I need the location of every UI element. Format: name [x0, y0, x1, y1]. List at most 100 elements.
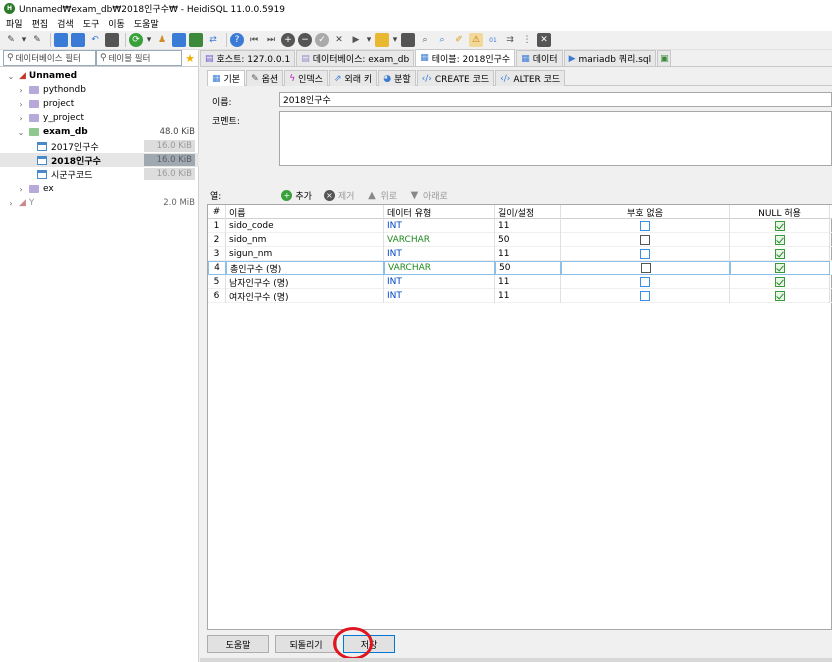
tree-db-pythondb[interactable]: › pythondb [0, 83, 199, 97]
chevron-right-icon[interactable]: › [7, 199, 15, 208]
unsigned-checkbox[interactable] [640, 235, 650, 245]
tree-table-sigungu[interactable]: 시군구코드 16.0 KiB [0, 167, 199, 181]
close-tab-icon[interactable]: ✕ [537, 33, 551, 47]
dropdown-arrow-icon[interactable]: ▾ [366, 33, 372, 47]
dropdown-arrow-icon[interactable]: ▾ [146, 33, 152, 47]
header-allow-null[interactable]: NULL 허용 [730, 205, 830, 219]
table-row[interactable]: 2 sido_nm VARCHAR 50 [208, 233, 832, 247]
sync-icon[interactable]: ⇄ [206, 33, 220, 47]
chevron-right-icon[interactable]: › [17, 100, 25, 109]
tree-db-project[interactable]: › project [0, 97, 199, 111]
tree-server-y[interactable]: › ◢ Y 2.0 MiB [0, 196, 199, 210]
table-name-input[interactable]: 2018인구수 [279, 92, 832, 107]
unsigned-cell[interactable] [561, 275, 730, 289]
datatype-cell[interactable]: VARCHAR [384, 261, 495, 275]
allow-null-checkbox[interactable] [774, 291, 785, 301]
allow-null-cell[interactable] [730, 247, 830, 261]
length-cell[interactable]: 11 [495, 247, 561, 261]
copy-icon[interactable] [54, 33, 68, 47]
table-row[interactable]: 5 남자인구수 (명) INT 11 [208, 275, 832, 289]
options-icon[interactable]: ⋮ [520, 33, 534, 47]
subtab-indexes[interactable]: ϟ 인덱스 [284, 70, 328, 86]
unsigned-checkbox[interactable] [640, 277, 650, 287]
table-comment-textarea[interactable] [279, 111, 832, 166]
menu-edit[interactable]: 편집 [32, 17, 49, 30]
tree-table-2018[interactable]: 2018인구수 16.0 KiB [0, 153, 199, 167]
chevron-right-icon[interactable]: › [17, 86, 25, 95]
column-name-cell[interactable]: 여자인구수 (명) [226, 289, 384, 303]
chevron-down-icon[interactable]: ⌄ [17, 128, 25, 137]
datatype-cell[interactable]: INT [384, 275, 495, 289]
favorite-star-icon[interactable]: ★ [182, 50, 198, 66]
chevron-right-icon[interactable]: › [17, 185, 25, 194]
datatype-cell[interactable]: INT [384, 289, 495, 303]
tab-query[interactable]: ▶ mariadb 쿼리.sql [563, 50, 657, 66]
revert-button[interactable]: 되돌리기 [275, 635, 337, 653]
allow-null-cell[interactable] [730, 219, 830, 233]
allow-null-checkbox[interactable] [774, 235, 785, 245]
move-down-button[interactable]: ▼ 아래로 [409, 189, 448, 202]
header-name[interactable]: 이름 [226, 205, 384, 219]
header-number[interactable]: # [208, 205, 226, 219]
maintenance-icon[interactable] [172, 33, 186, 47]
find-icon[interactable]: ⌕ [418, 33, 432, 47]
last-icon[interactable]: ⏭ [264, 33, 278, 47]
length-cell[interactable]: 11 [495, 219, 561, 233]
add-column-button[interactable]: + 추가 [281, 189, 312, 202]
length-cell[interactable]: 50 [495, 233, 561, 247]
refresh-icon[interactable]: ⟳ [129, 33, 143, 47]
menu-help[interactable]: 도움말 [134, 17, 159, 30]
warning-icon[interactable]: ⚠ [469, 33, 483, 47]
undo-icon[interactable]: ↶ [88, 33, 102, 47]
column-name-cell[interactable]: sido_code [226, 219, 384, 233]
column-name-cell[interactable]: sido_nm [226, 233, 384, 247]
unsigned-cell[interactable] [561, 247, 730, 261]
remove-column-button[interactable]: × 제거 [323, 189, 354, 202]
datatype-cell[interactable]: INT [384, 219, 495, 233]
menu-file[interactable]: 파일 [6, 17, 23, 30]
allow-null-checkbox[interactable] [774, 277, 785, 287]
subtab-foreign-keys[interactable]: ⇗ 외래 키 [328, 70, 378, 86]
menu-go[interactable]: 이동 [108, 17, 125, 30]
subtab-basic[interactable]: ▦ 기본 [207, 70, 246, 86]
database-filter-input[interactable]: ⚲ 데이터베이스 필터 [3, 50, 96, 66]
tab-database[interactable]: ▤ 데이터베이스: exam_db [296, 50, 415, 66]
help-icon[interactable]: ? [230, 33, 244, 47]
tree-table-2017[interactable]: 2017인구수 16.0 KiB [0, 139, 199, 153]
tree-db-exam-db[interactable]: ⌄ exam_db 48.0 KiB [0, 125, 199, 139]
tab-host[interactable]: ▤ 호스트: 127.0.0.1 [200, 50, 296, 66]
user-manager-icon[interactable]: ♟ [155, 33, 169, 47]
subtab-alter-code[interactable]: ‹/› ALTER 코드 [495, 70, 566, 86]
new-query-tab-button[interactable]: ▣ [657, 50, 672, 66]
unsigned-checkbox[interactable] [640, 263, 651, 273]
unsigned-cell[interactable] [561, 233, 730, 247]
replace-icon[interactable]: ⌕ [435, 33, 449, 47]
header-unsigned[interactable]: 부호 없음 [561, 205, 730, 219]
length-cell[interactable]: 11 [495, 275, 561, 289]
menu-tools[interactable]: 도구 [83, 17, 100, 30]
length-cell[interactable]: 11 [495, 289, 561, 303]
connect-icon[interactable]: ✎ [4, 33, 18, 47]
chevron-down-icon[interactable]: ⌄ [7, 72, 15, 81]
column-name-cell[interactable]: sigun_nm [226, 247, 384, 261]
unsigned-checkbox[interactable] [640, 221, 650, 231]
tab-table[interactable]: ▦ 테이블: 2018인구수 [415, 49, 516, 66]
run-icon[interactable]: ▶ [349, 33, 363, 47]
tree-db-y-project[interactable]: › y_project [0, 111, 199, 125]
chevron-right-icon[interactable]: › [17, 114, 25, 123]
table-row[interactable]: 3 sigun_nm INT 11 [208, 247, 832, 261]
insert-icon[interactable]: + [281, 33, 295, 47]
column-name-cell[interactable]: 총인구수 (명) [226, 261, 384, 275]
subtab-create-code[interactable]: ‹/› CREATE 코드 [416, 70, 495, 86]
export-icon[interactable] [189, 33, 203, 47]
unsigned-checkbox[interactable] [640, 291, 650, 301]
header-datatype[interactable]: 데이터 유형 [384, 205, 495, 219]
menu-search[interactable]: 검색 [57, 17, 74, 30]
dropdown-arrow-icon[interactable]: ▾ [21, 33, 27, 47]
header-length[interactable]: 길이/설정 [495, 205, 561, 219]
binary-icon[interactable]: 01 [486, 33, 500, 47]
tab-data[interactable]: ▦ 데이터 [516, 50, 563, 66]
allow-null-checkbox[interactable] [774, 221, 785, 231]
unsigned-cell[interactable] [561, 219, 730, 233]
table-row[interactable]: 1 sido_code INT 11 [208, 219, 832, 233]
